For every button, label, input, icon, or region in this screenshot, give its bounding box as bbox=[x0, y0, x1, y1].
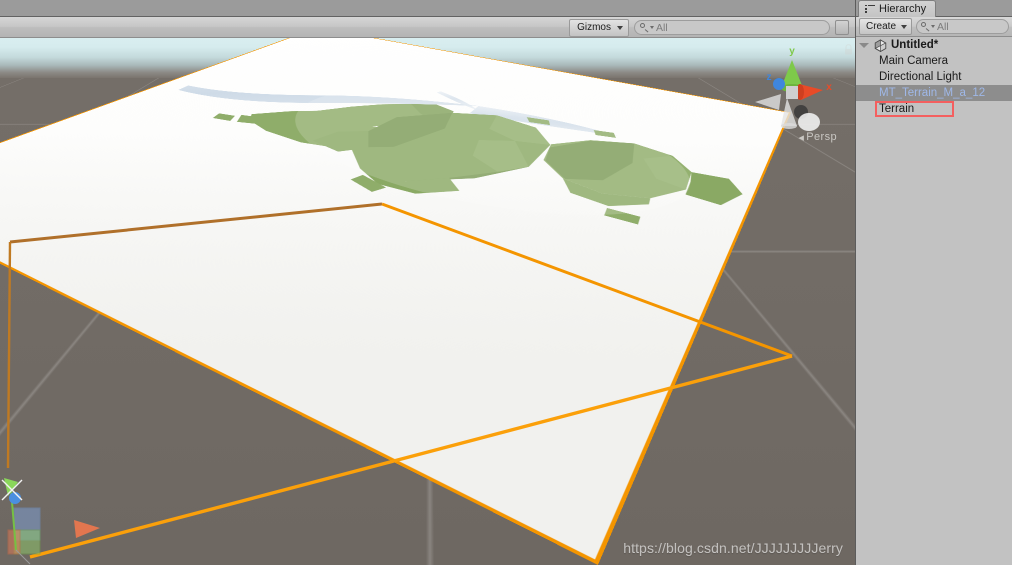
gizmo-axis-x-label: x bbox=[826, 82, 832, 93]
create-dropdown-button[interactable]: Create bbox=[859, 18, 913, 35]
scene-search-input[interactable]: All bbox=[634, 20, 830, 35]
hierarchy-item-mt-terrain[interactable]: MT_Terrain_M_a_12 bbox=[856, 85, 1012, 101]
hierarchy-tabstrip: Hierarchy bbox=[856, 0, 1012, 17]
hierarchy-tree: Untitled* Main Camera Directional Light … bbox=[856, 37, 1012, 117]
search-icon bbox=[640, 23, 649, 32]
chevron-down-icon bbox=[901, 24, 908, 29]
hierarchy-search-placeholder: All bbox=[937, 20, 949, 33]
gizmo-axis-y-label: y bbox=[789, 46, 795, 57]
lock-icon[interactable] bbox=[844, 42, 853, 55]
search-icon bbox=[921, 22, 930, 31]
scene-search-placeholder: All bbox=[656, 21, 668, 34]
scene-view-panel: Gizmos All y x z ◂ Persp https://blog.cs… bbox=[0, 0, 855, 565]
unity-scene-icon bbox=[874, 38, 887, 52]
scene-view-tabstrip bbox=[0, 0, 855, 17]
tab-hierarchy-label: Hierarchy bbox=[879, 3, 927, 15]
unity-editor-window: Gizmos All y x z ◂ Persp https://blog.cs… bbox=[0, 0, 1012, 565]
terrain-object[interactable] bbox=[0, 38, 855, 565]
projection-mode-label[interactable]: ◂ Persp bbox=[798, 130, 837, 144]
hierarchy-item-terrain[interactable]: Terrain bbox=[856, 101, 1012, 117]
scene-view-toolbar: Gizmos All bbox=[0, 17, 855, 38]
triangle-down-icon[interactable] bbox=[859, 42, 869, 48]
hierarchy-item-directional-light[interactable]: Directional Light bbox=[856, 69, 1012, 85]
transform-move-gizmo[interactable] bbox=[0, 456, 120, 565]
hierarchy-item-label: MT_Terrain_M_a_12 bbox=[879, 87, 986, 99]
arrow-left-icon: ◂ bbox=[798, 132, 805, 144]
gizmos-dropdown-button[interactable]: Gizmos bbox=[569, 18, 629, 37]
gizmo-axis-z-label: z bbox=[767, 72, 772, 83]
chevron-down-icon[interactable] bbox=[650, 26, 654, 29]
hierarchy-toolbar: Create All bbox=[856, 17, 1012, 37]
chevron-down-icon bbox=[617, 25, 623, 30]
hierarchy-item-label: Terrain bbox=[879, 103, 915, 115]
hierarchy-item-label: Directional Light bbox=[879, 71, 962, 83]
create-label: Create bbox=[866, 21, 897, 32]
hierarchy-scene-row[interactable]: Untitled* bbox=[856, 37, 1012, 53]
hierarchy-search-input[interactable]: All bbox=[916, 19, 1009, 34]
watermark-text: https://blog.csdn.net/JJJJJJJJJerry bbox=[623, 540, 843, 556]
hierarchy-panel: Hierarchy Create All Untitled* Main Came… bbox=[855, 0, 1012, 565]
hierarchy-list-icon bbox=[865, 4, 875, 14]
hierarchy-item-label: Main Camera bbox=[879, 55, 949, 67]
tab-hierarchy[interactable]: Hierarchy bbox=[858, 0, 937, 17]
scene-viewport[interactable]: y x z ◂ Persp https://blog.csdn.net/JJJJ… bbox=[0, 38, 855, 565]
chevron-down-icon[interactable] bbox=[931, 25, 936, 28]
hierarchy-scene-name: Untitled* bbox=[891, 39, 939, 51]
toolbar-overflow-button[interactable] bbox=[835, 20, 849, 35]
hierarchy-item-main-camera[interactable]: Main Camera bbox=[856, 53, 1012, 69]
projection-mode-text: Persp bbox=[806, 131, 837, 143]
gizmos-label: Gizmos bbox=[577, 21, 611, 33]
